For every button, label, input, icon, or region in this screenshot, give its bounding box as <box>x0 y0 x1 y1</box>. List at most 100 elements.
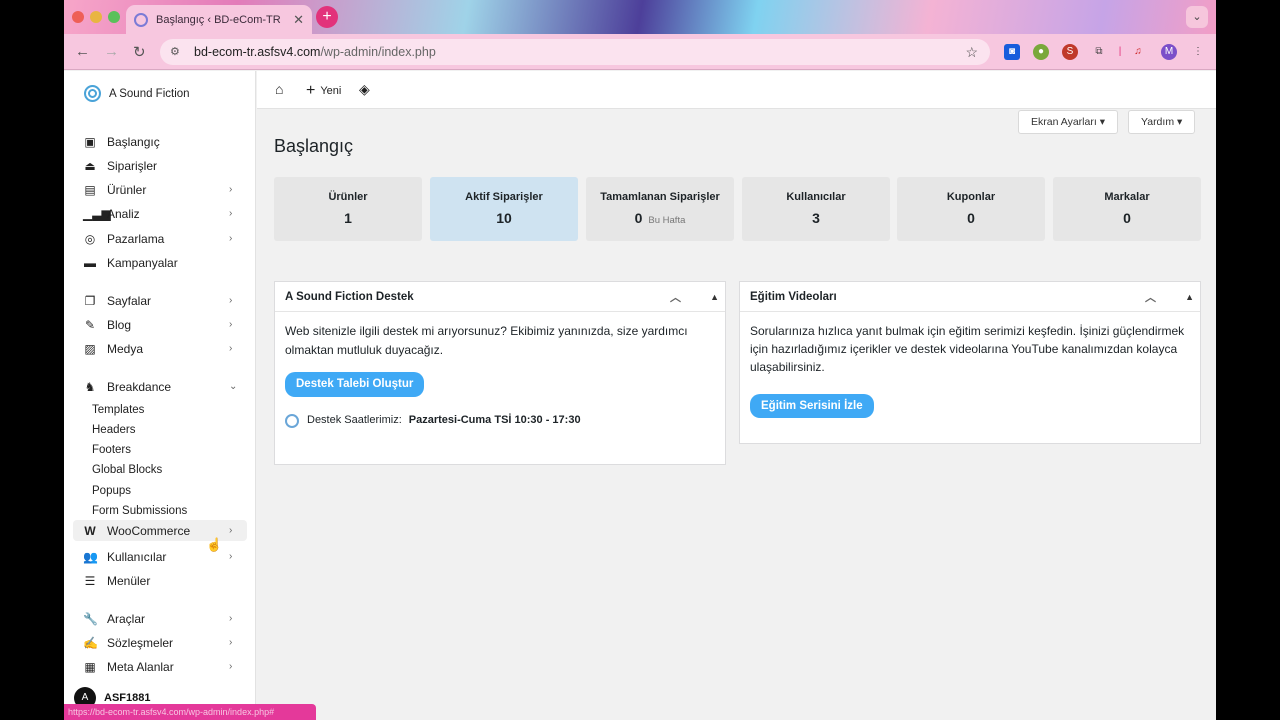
stat-value: 10 <box>496 210 512 226</box>
address-bar[interactable]: ⚙ bd-ecom-tr.asfsv4.com/wp-admin/index.p… <box>160 39 990 65</box>
sidebar-item-tools[interactable]: 🔧 Araçlar › <box>73 608 247 629</box>
sidebar-item-breakdance[interactable]: ♞ Breakdance ⌄ <box>73 376 247 397</box>
stat-value: 3 <box>812 210 820 226</box>
support-hours: Destek Saatlerimiz: Pazartesi-Cuma TSİ 1… <box>285 411 715 430</box>
tab-search-chevron-icon[interactable]: ⌄ <box>1186 6 1208 28</box>
minimize-window-button[interactable] <box>90 11 102 23</box>
new-content-button[interactable]: + Yeni <box>306 82 341 100</box>
sidebar-item-meta-fields[interactable]: ▦ Meta Alanlar › <box>73 656 247 677</box>
tab-close-icon[interactable]: ✕ <box>293 12 304 28</box>
sidebar-item-products[interactable]: ▤ Ürünler › <box>73 179 247 200</box>
screen: Başlangıç ‹ BD-eCom-TR ✕ + ⌄ ← → ↻ ⚙ bd-… <box>64 0 1216 720</box>
triangle-down-icon: ▾ <box>1099 116 1105 128</box>
extensions-puzzle-icon[interactable]: ⧉ <box>1091 44 1107 60</box>
sidebar-item-dashboard[interactable]: ▣ Başlangıç <box>73 131 247 152</box>
support-hours-value: Pazartesi-Cuma TSİ 10:30 - 17:30 <box>408 414 581 426</box>
edit-icon: ✎ <box>84 317 96 332</box>
sidebar-item-analytics[interactable]: ▁▃▆ Analiz › <box>73 203 247 224</box>
chevron-right-icon: › <box>229 295 233 306</box>
pages-icon: ❐ <box>84 293 96 308</box>
support-widget-title: A Sound Fiction Destek <box>285 290 414 303</box>
sidebar-subitem-headers[interactable]: Headers <box>92 424 135 436</box>
sidebar-item-label: Breakdance <box>107 379 172 394</box>
stat-label: Markalar <box>1104 191 1150 203</box>
site-settings-icon[interactable]: ⚙ <box>170 45 184 59</box>
stat-card-active-orders[interactable]: Aktif Siparişler 10 <box>430 177 578 241</box>
new-tab-button[interactable]: + <box>316 6 338 28</box>
stat-card-completed-orders[interactable]: Tamamlanan Siparişler 0 Bu Hafta <box>586 177 734 241</box>
sidebar-item-label: Analiz <box>107 206 140 221</box>
sidebar-subitem-form-submissions[interactable]: Form Submissions <box>92 505 187 517</box>
chevron-right-icon: › <box>229 613 233 624</box>
reload-icon[interactable]: ↻ <box>133 43 146 61</box>
toggle-panel-icon[interactable]: ▲ <box>710 292 719 302</box>
stat-period: Bu Hafta <box>648 215 686 226</box>
sidebar-item-marketing[interactable]: ◎ Pazarlama › <box>73 228 247 249</box>
sidebar-subitem-footers[interactable]: Footers <box>92 444 131 456</box>
sidebar-item-label: Menüler <box>107 573 151 588</box>
color-extension-icon[interactable]: ● <box>1033 44 1049 60</box>
browser-menu-icon[interactable]: ⋮ <box>1190 44 1206 60</box>
triangle-down-icon: ▾ <box>1177 116 1183 128</box>
media-control-icon[interactable]: ♫ <box>1130 44 1146 60</box>
chevron-right-icon: › <box>229 319 233 330</box>
help-button[interactable]: Yardım ▾ <box>1128 110 1196 134</box>
back-arrow-icon[interactable]: ← <box>75 43 90 60</box>
stat-value-row: 0 Bu Hafta <box>586 210 734 226</box>
sidebar-item-label: WooCommerce <box>107 523 191 538</box>
chevron-right-icon: › <box>229 184 233 195</box>
sidebar-item-contracts[interactable]: ✍ Sözleşmeler › <box>73 632 247 653</box>
support-widget: A Sound Fiction Destek ︿ ▲ Web sitenizle… <box>274 281 726 465</box>
create-ticket-button[interactable]: Destek Talebi Oluştur <box>285 372 425 397</box>
toggle-panel-icon[interactable]: ▲ <box>1185 292 1194 302</box>
page-title: Başlangıç <box>274 136 354 156</box>
chevron-up-icon[interactable]: ︿ <box>1145 289 1156 305</box>
sidebar-item-media[interactable]: ▨ Medya › <box>73 338 247 359</box>
close-window-button[interactable] <box>72 11 84 23</box>
screen-options-button[interactable]: Ekran Ayarları ▾ <box>1018 110 1118 134</box>
profile-avatar[interactable]: M <box>1161 44 1177 60</box>
home-icon[interactable]: ⌂ <box>275 81 283 97</box>
sidebar-subitem-global-blocks[interactable]: Global Blocks <box>92 464 162 476</box>
sidebar-brand[interactable]: A Sound Fiction <box>84 85 190 102</box>
sidebar-item-label: Blog <box>107 317 132 332</box>
chevron-up-icon[interactable]: ︿ <box>670 289 681 305</box>
browser-toolbar: ← → ↻ ⚙ bd-ecom-tr.asfsv4.com/wp-admin/i… <box>64 34 1216 70</box>
stat-value: 0 <box>967 210 975 226</box>
stat-card-users[interactable]: Kullanıcılar 3 <box>742 177 890 241</box>
brand-logo-icon <box>84 85 101 102</box>
sidebar-item-label: Sayfalar <box>107 293 152 308</box>
bookmark-star-icon[interactable]: ☆ <box>965 44 978 61</box>
maximize-window-button[interactable] <box>108 11 120 23</box>
browser-tab[interactable]: Başlangıç ‹ BD-eCom-TR ✕ <box>126 5 312 34</box>
stat-card-products[interactable]: Ürünler 1 <box>274 177 422 241</box>
sidebar-item-label: Medya <box>107 341 144 356</box>
watch-series-button[interactable]: Eğitim Serisini İzle <box>750 394 874 418</box>
forward-arrow-icon[interactable]: → <box>104 43 119 60</box>
bitwarden-extension-icon[interactable]: ◙ <box>1004 44 1020 60</box>
sidebar-item-pages[interactable]: ❐ Sayfalar › <box>73 290 247 311</box>
tab-title: Başlangıç ‹ BD-eCom-TR <box>156 13 281 26</box>
stat-value: 0 <box>1123 210 1131 226</box>
sidebar-item-blog[interactable]: ✎ Blog › <box>73 314 247 335</box>
sidebar-item-menus[interactable]: ☰ Menüler <box>73 570 247 591</box>
mouse-pointer-icon: ☝ <box>206 537 223 552</box>
bar-chart-icon: ▁▃▆ <box>83 206 111 221</box>
sidebar-item-campaigns[interactable]: ▬ Kampanyalar <box>73 252 247 273</box>
stat-card-coupons[interactable]: Kuponlar 0 <box>897 177 1045 241</box>
archive-icon: ▤ <box>84 182 96 197</box>
contract-icon: ✍ <box>83 635 98 650</box>
card-icon: ▬ <box>84 255 96 270</box>
screen-options-label: Ekran Ayarları <box>1031 116 1097 128</box>
breakdance-diamond-icon[interactable]: ◈ <box>359 81 370 98</box>
s-extension-icon[interactable]: S <box>1062 44 1078 60</box>
inbox-icon: ⏏ <box>84 158 96 173</box>
status-bar-url: https://bd-ecom-tr.asfsv4.com/wp-admin/i… <box>64 704 316 720</box>
support-hours-label: Destek Saatlerimiz: <box>307 414 402 426</box>
stat-card-brands[interactable]: Markalar 0 <box>1053 177 1201 241</box>
sidebar-item-label: Sözleşmeler <box>107 635 174 650</box>
woo-icon: W <box>84 523 96 538</box>
sidebar-item-orders[interactable]: ⏏ Siparişler <box>73 155 247 176</box>
sidebar-subitem-popups[interactable]: Popups <box>92 485 131 497</box>
sidebar-subitem-templates[interactable]: Templates <box>92 404 144 416</box>
